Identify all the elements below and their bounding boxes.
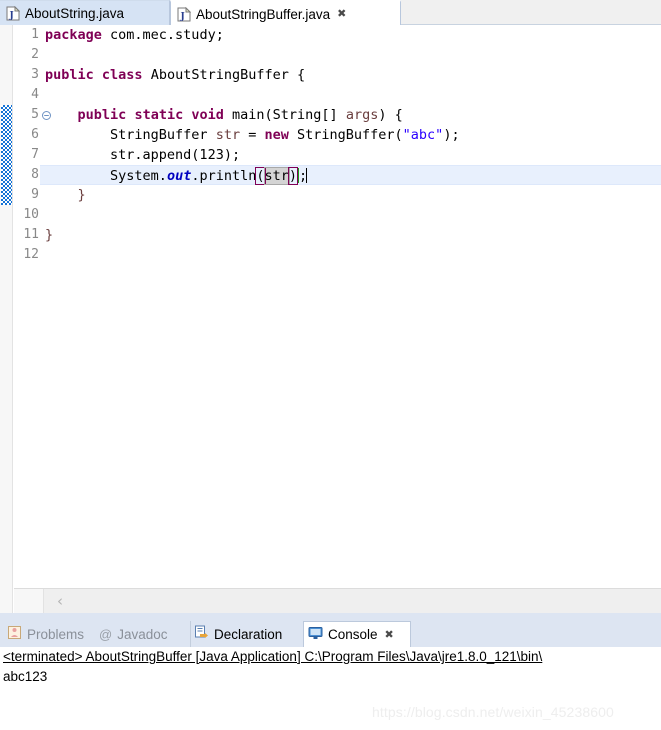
line-number-ruler: 1 2 3 4 5 6 7 8 9 10 11 12 [14,25,39,613]
panel-divider [0,613,661,621]
code-text-area[interactable]: package com.mec.study; public class Abou… [40,25,661,613]
keyword-token: static [134,107,184,123]
class-name-token: AboutStringBuffer { [150,67,306,83]
method-signature-end-token: ) { [378,107,403,123]
tab-label: Javadoc [117,626,168,642]
problems-icon [7,625,22,643]
svg-text:J: J [9,11,14,21]
watermark: https://blog.csdn.net/weixin_45238600 [372,704,614,720]
code-editor[interactable]: 1 2 3 4 5 6 7 8 9 10 11 12 package com.m… [0,25,661,613]
system-token: System. [110,168,167,184]
svg-text:J: J [180,12,185,22]
line-number: 4 [31,87,39,102]
line-number: 10 [23,207,39,222]
tab-label: Console [328,627,378,642]
string-literal-token: "abc" [402,127,444,143]
constructor-token: StringBuffer( [288,127,403,143]
variable-token: str [215,127,241,143]
type-token: StringBuffer [110,127,216,143]
brace-token: } [77,187,86,203]
tab-label: Problems [27,626,85,642]
console-icon [308,626,323,643]
println-token: .println [191,168,257,184]
tab-label: Declaration [214,626,283,642]
keyword-token: void [191,107,224,123]
code-line-current[interactable]: System.out.println(str); [40,165,661,185]
scrollbar-thumb[interactable] [14,589,44,613]
method-signature-token: main(String[] [232,107,346,123]
editor-tab-about-string-buffer[interactable]: J AboutStringBuffer.java ✖ [170,0,401,26]
editor-horizontal-scrollbar[interactable]: ‹ [14,588,661,613]
keyword-token: public [77,107,127,123]
java-file-icon: J [177,6,192,22]
view-tab-bar: Problems @ Javadoc Declaration Console ✖ [0,621,661,647]
line-number: 5 [31,107,39,122]
line-number: 12 [23,247,39,262]
assign-token: = [240,127,265,143]
method-call-token: str.append(123); [110,147,241,163]
editor-tab-bar: J AboutString.java J AboutStringBuffer.j… [0,0,661,26]
keyword-token: public [45,67,94,83]
line-number: 2 [31,47,39,62]
code-line[interactable]: } [40,185,661,205]
editor-tab-label: AboutString.java [25,5,125,21]
chevron-left-icon[interactable]: ‹ [57,593,63,609]
field-token: out [166,168,192,184]
tab-declaration[interactable]: Declaration [190,621,302,647]
close-icon[interactable]: ✖ [385,628,394,641]
code-line[interactable]: } [40,225,661,245]
change-bar-margin [0,25,13,613]
close-icon[interactable]: ✖ [337,8,346,20]
parameter-token: args [345,107,379,123]
console-output-line: abc123 [3,669,48,684]
line-number: 1 [31,27,39,42]
text-caret [306,168,308,183]
java-file-icon: J [6,5,21,21]
line-number: 7 [31,147,39,162]
change-bar-marker [1,105,12,205]
editor-tab-about-string[interactable]: J AboutString.java [0,0,170,25]
matching-bracket-close: ) [287,167,299,185]
matching-bracket-open: ( [255,167,266,185]
code-line[interactable] [40,85,661,105]
code-line[interactable]: public class AboutStringBuffer { [40,65,661,85]
tab-javadoc[interactable]: @ Javadoc [99,621,187,647]
line-number: 6 [31,127,39,142]
code-line[interactable] [40,245,661,265]
code-line[interactable]: StringBuffer str = new StringBuffer("abc… [40,125,661,145]
constructor-end-token: ); [443,127,460,143]
declaration-icon [194,625,209,643]
line-number: 11 [23,227,39,242]
keyword-token: new [264,127,289,143]
code-line[interactable] [40,205,661,225]
code-line[interactable]: package com.mec.study; [40,25,661,45]
code-line[interactable]: public static void main(String[] args) { [40,105,661,125]
editor-tab-bar-empty-area [401,0,661,25]
line-number: 9 [31,187,39,202]
package-name-token: com.mec.study; [101,27,224,43]
tab-problems[interactable]: Problems [4,621,96,647]
editor-tab-label: AboutStringBuffer.java [196,6,331,22]
keyword-token: class [101,67,143,83]
selected-occurrence: str [263,167,290,185]
code-line[interactable]: str.append(123); [40,145,661,165]
line-number: 8 [31,167,39,182]
brace-token: } [45,227,54,243]
console-terminated-header[interactable]: <terminated> AboutStringBuffer [Java App… [0,647,661,667]
tab-console[interactable]: Console ✖ [303,621,411,647]
code-line[interactable] [40,45,661,65]
keyword-token: package [45,27,102,43]
javadoc-at-icon: @ [99,626,113,642]
line-number: 3 [31,67,39,82]
